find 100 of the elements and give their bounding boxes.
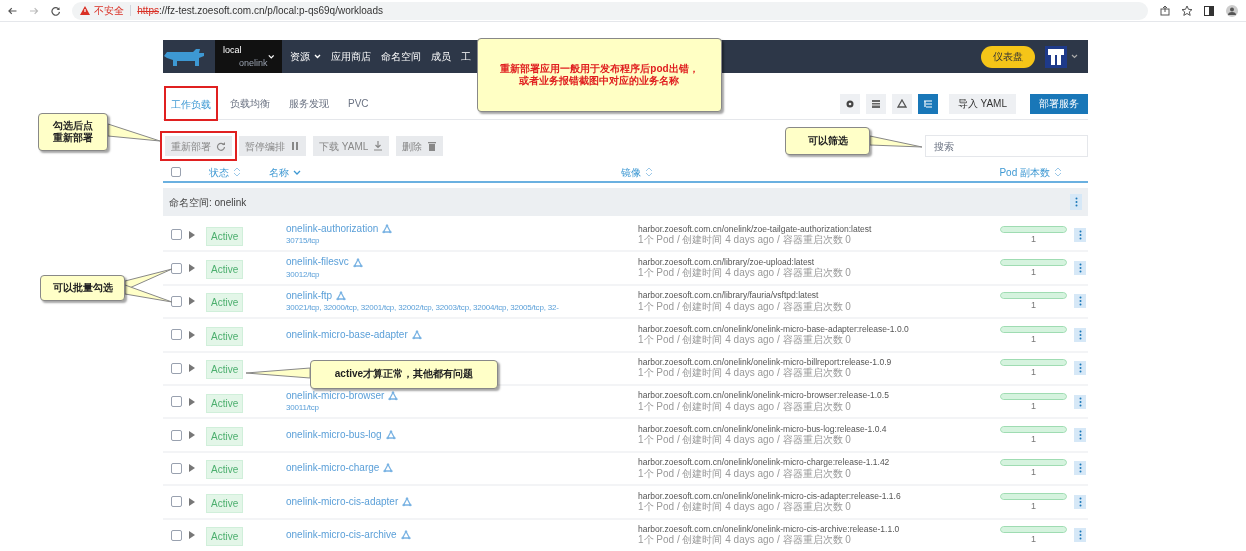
profile-icon[interactable] bbox=[1226, 4, 1238, 17]
expand-icon[interactable] bbox=[189, 464, 195, 473]
image-name: harbor.zoesoft.com.cn/onelink/onelink-micro-bus-log:release-1.0.4 bbox=[638, 424, 888, 435]
search-field[interactable]: 搜索 bbox=[925, 135, 1088, 157]
nodes-icon bbox=[382, 224, 393, 235]
more-actions-button[interactable] bbox=[1074, 461, 1086, 476]
back-icon[interactable] bbox=[8, 5, 18, 16]
view-mode-button[interactable] bbox=[839, 93, 860, 114]
bookmark-star-icon[interactable] bbox=[1182, 5, 1192, 16]
workload-link[interactable]: onelink-authorization bbox=[286, 222, 379, 236]
port-list: 30012/tcp bbox=[286, 269, 638, 280]
expand-icon[interactable] bbox=[189, 397, 195, 406]
tab[interactable]: 工作负载 bbox=[169, 92, 213, 117]
cattle-logo-icon[interactable] bbox=[163, 46, 205, 67]
expand-icon[interactable] bbox=[189, 330, 195, 339]
expand-icon[interactable] bbox=[189, 364, 195, 373]
nav-link[interactable]: 工 bbox=[461, 49, 471, 64]
workload-link[interactable]: onelink-micro-browser bbox=[286, 389, 385, 403]
nav-link[interactable]: 成员 bbox=[431, 49, 451, 64]
workload-link[interactable]: onelink-micro-cis-archive bbox=[286, 528, 397, 542]
image-name: harbor.zoesoft.com.cn/onelink/onelink-micro-cis-adapter:release-1.1.6 bbox=[638, 491, 902, 501]
view-mode-button[interactable] bbox=[865, 93, 886, 114]
row-checkbox[interactable] bbox=[171, 396, 182, 408]
tab[interactable]: 服务发现 bbox=[287, 91, 331, 116]
row-checkbox[interactable] bbox=[171, 295, 182, 307]
tab[interactable]: PVC bbox=[346, 91, 371, 116]
workload-link[interactable]: onelink-filesvc bbox=[286, 256, 349, 269]
cluster-selector[interactable]: local onelink bbox=[215, 40, 282, 73]
more-actions-button[interactable] bbox=[1074, 494, 1086, 509]
more-actions-button[interactable] bbox=[1074, 528, 1086, 543]
pod-details: 1个 Pod / 创建时间 4 days ago / 容器重启次数 0 bbox=[638, 501, 851, 512]
import-yaml-button[interactable]: 导入 YAML bbox=[948, 93, 1016, 114]
view-mode-button[interactable] bbox=[891, 93, 912, 114]
workload-link[interactable]: onelink-micro-cis-adapter bbox=[286, 495, 399, 509]
view-mode-button[interactable] bbox=[917, 93, 938, 114]
row-checkbox[interactable] bbox=[171, 262, 182, 274]
workload-link[interactable]: onelink-micro-bus-log bbox=[286, 428, 382, 442]
deploy-button[interactable]: 部署服务 bbox=[1030, 93, 1088, 114]
share-icon[interactable] bbox=[1160, 5, 1170, 16]
more-actions-button[interactable] bbox=[1074, 428, 1086, 443]
nav-link[interactable]: 应用商店 bbox=[331, 49, 371, 64]
expand-icon[interactable] bbox=[189, 431, 195, 440]
sort-icon[interactable] bbox=[1054, 167, 1062, 177]
row-checkbox[interactable] bbox=[171, 429, 182, 441]
row-checkbox[interactable] bbox=[171, 329, 182, 341]
nodes-icon bbox=[388, 391, 399, 402]
row-checkbox[interactable] bbox=[171, 529, 182, 541]
image-name: harbor.zoesoft.com.cn/onelink/zoe-tailgate-authorization:latest bbox=[638, 224, 873, 234]
row-checkbox[interactable] bbox=[171, 229, 182, 241]
pod-details: 1个 Pod / 创建时间 4 days ago / 容器重启次数 0 bbox=[638, 367, 851, 379]
more-icon bbox=[1078, 363, 1082, 374]
port-list: 30011/tcp bbox=[286, 403, 638, 414]
more-actions-button[interactable] bbox=[1074, 261, 1086, 276]
more-actions-button[interactable] bbox=[1074, 227, 1086, 242]
replica-count: 1 bbox=[1031, 435, 1036, 445]
expand-icon[interactable] bbox=[189, 230, 195, 239]
more-icon bbox=[1078, 463, 1082, 474]
image-name: harbor.zoesoft.com.cn/onelink/onelink-micro-browser:release-1.0.5 bbox=[638, 391, 890, 401]
list-icon bbox=[870, 98, 881, 109]
annotation-text: 可以筛选 bbox=[807, 134, 848, 148]
expand-icon[interactable] bbox=[189, 264, 195, 273]
more-actions-button[interactable] bbox=[1070, 194, 1082, 210]
forward-icon[interactable] bbox=[29, 5, 39, 16]
column-header[interactable]: 名称 bbox=[269, 164, 289, 180]
row-checkbox[interactable] bbox=[171, 462, 182, 474]
sidebar-icon[interactable] bbox=[1204, 5, 1214, 16]
more-icon bbox=[1078, 263, 1082, 274]
more-actions-button[interactable] bbox=[1074, 294, 1086, 309]
more-icon bbox=[1078, 229, 1082, 240]
annotation-text: 勾选后点 重新部署 bbox=[53, 119, 93, 145]
more-actions-button[interactable] bbox=[1074, 361, 1086, 376]
sort-icon[interactable] bbox=[645, 167, 653, 177]
more-icon bbox=[1074, 197, 1078, 207]
replica-count: 1 bbox=[1031, 501, 1036, 511]
pod-details: 1个 Pod / 创建时间 4 days ago / 容器重启次数 0 bbox=[638, 300, 852, 312]
row-checkbox[interactable] bbox=[171, 362, 182, 374]
port-list: 30021/tcp, 32000/tcp, 32001/tcp, 32002/tcp, 32003/tcp, 32004/tcp, 32005/tcp, 32- bbox=[286, 303, 638, 314]
workload-link[interactable]: onelink-ftp bbox=[286, 289, 333, 303]
workload-link[interactable]: onelink-micro-base-adapter bbox=[286, 328, 408, 342]
download-icon bbox=[373, 141, 384, 151]
redo-icon bbox=[216, 141, 226, 151]
more-actions-button[interactable] bbox=[1074, 394, 1086, 409]
nav-link[interactable]: 资源 bbox=[290, 49, 321, 64]
user-menu[interactable] bbox=[1045, 45, 1078, 68]
column-header[interactable]: 状态 bbox=[209, 164, 229, 180]
tab[interactable]: 负载均衡 bbox=[228, 91, 272, 116]
expand-icon[interactable] bbox=[189, 297, 195, 306]
sort-icon[interactable] bbox=[233, 167, 241, 177]
expand-icon[interactable] bbox=[189, 497, 195, 506]
nav-link[interactable]: 命名空间 bbox=[381, 49, 421, 64]
row-checkbox[interactable] bbox=[171, 496, 182, 508]
address-bar[interactable]: 不安全 https://fz-test.zoesoft.com.cn/p/local:p-qs69q/workloads bbox=[72, 1, 1148, 20]
dashboard-button[interactable]: 仪表盘 bbox=[981, 45, 1035, 68]
select-all-checkbox[interactable] bbox=[171, 167, 181, 177]
column-header[interactable]: Pod 副本数 bbox=[999, 164, 1050, 180]
more-actions-button[interactable] bbox=[1074, 327, 1086, 342]
expand-icon[interactable] bbox=[189, 531, 195, 540]
column-header[interactable]: 镜像 bbox=[621, 164, 641, 180]
reload-icon[interactable] bbox=[50, 5, 61, 16]
workload-link[interactable]: onelink-micro-charge bbox=[286, 462, 380, 475]
